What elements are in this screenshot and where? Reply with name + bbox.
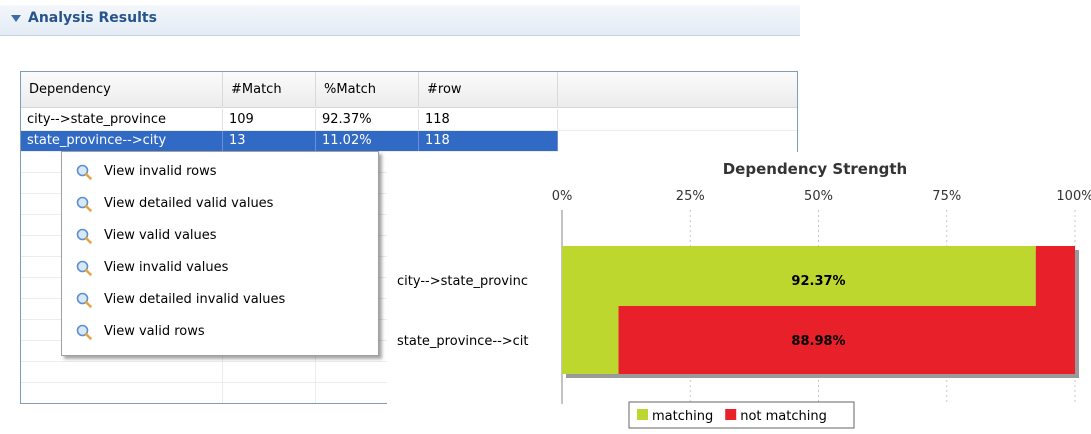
magnifier-icon [76, 228, 92, 244]
bar-segment-matching [562, 306, 619, 374]
legend-swatch [725, 409, 737, 420]
menu-item-view-invalid-rows[interactable]: View invalid rows [62, 156, 378, 188]
legend-swatch [637, 409, 648, 420]
menu-item-label: View valid values [104, 228, 217, 243]
dependency-strength-chart: Dependency Strength 0% 25% 50% 75% 100% city--… [387, 152, 1091, 434]
menu-item-view-detailed-valid-values[interactable]: View detailed valid values [62, 188, 378, 220]
legend-label: matching [652, 409, 713, 424]
bar-segment-not-matching [1035, 246, 1075, 314]
collapse-triangle-icon[interactable] [11, 15, 21, 22]
cell-match-percent: 11.02% [316, 131, 419, 151]
chart-svg: Dependency Strength 0% 25% 50% 75% 100% city--… [397, 160, 1091, 429]
cell-match-count: 13 [223, 131, 316, 151]
x-tick-label: 0% [552, 189, 573, 204]
category-label: city-->state_provinc [397, 274, 528, 289]
x-tick-label: 75% [932, 189, 961, 204]
menu-item-label: View invalid rows [104, 164, 217, 179]
menu-item-view-valid-values[interactable]: View valid values [62, 220, 378, 252]
x-tick-label: 50% [804, 189, 833, 204]
cell-row-count: 118 [419, 131, 558, 151]
x-tick-label: 25% [676, 189, 705, 204]
column-header-match-count[interactable]: #Match [223, 72, 316, 107]
bar-segment-not-matching [618, 306, 1075, 374]
category-label: state_province-->cit [397, 334, 529, 349]
cell-match-percent: 92.37% [316, 110, 419, 130]
menu-item-label: View detailed valid values [104, 196, 274, 211]
magnifier-icon [76, 324, 92, 340]
section-title: Analysis Results [28, 10, 157, 26]
cell-dependency: state_province-->city [21, 131, 223, 151]
column-header-dependency[interactable]: Dependency [21, 72, 223, 107]
column-header-row-count[interactable]: #row [419, 72, 558, 107]
table-row-selected[interactable]: state_province-->city 13 11.02% 118 [21, 131, 558, 152]
magnifier-icon [76, 260, 92, 276]
magnifier-icon [76, 292, 92, 308]
menu-item-label: View valid rows [104, 324, 205, 339]
magnifier-icon [76, 196, 92, 212]
cell-match-count: 109 [223, 110, 316, 130]
magnifier-icon [76, 164, 92, 180]
column-header-match-percent[interactable]: %Match [316, 72, 419, 107]
x-tick-label: 100% [1056, 189, 1091, 204]
menu-item-view-detailed-invalid-values[interactable]: View detailed invalid values [62, 284, 378, 316]
menu-item-label: View invalid values [104, 260, 229, 275]
analysis-results-section-header[interactable]: Analysis Results [0, 5, 800, 36]
menu-item-view-invalid-values[interactable]: View invalid values [62, 252, 378, 284]
menu-item-view-valid-rows[interactable]: View valid rows [62, 316, 378, 348]
bar-data-label: 88.98% [791, 334, 845, 349]
menu-item-label: View detailed invalid values [104, 292, 286, 307]
chart-title: Dependency Strength [723, 160, 908, 178]
bar-data-label: 92.37% [791, 274, 845, 289]
table-row[interactable]: city-->state_province 109 92.37% 118 [21, 110, 797, 131]
context-menu: View invalid rows View detailed valid va… [61, 151, 379, 356]
table-header: Dependency #Match %Match #row [21, 72, 797, 108]
cell-dependency: city-->state_province [21, 110, 223, 130]
legend-label: not matching [740, 409, 827, 424]
cell-row-count: 118 [419, 110, 558, 130]
